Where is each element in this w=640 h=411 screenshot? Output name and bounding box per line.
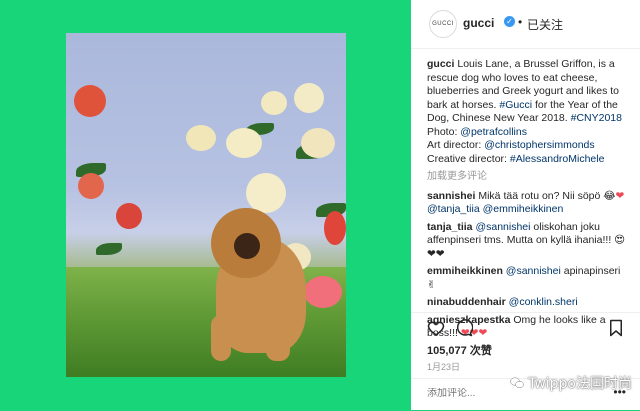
rose-flower <box>246 173 286 213</box>
photo-credit-label: Photo: <box>427 125 461 138</box>
watermark: Twippo法国时尚 <box>510 373 632 393</box>
rose-flower <box>74 85 106 117</box>
comment-item: sannishei Mikä tää rotu on? Nii söpö 😂❤ … <box>427 190 630 217</box>
rose-flower <box>294 83 324 113</box>
avatar[interactable]: GUCCI <box>429 10 457 38</box>
art-director-label: Art director: <box>427 139 485 151</box>
rose-flower <box>261 91 287 115</box>
post-panel: GUCCI gucci ✓ • 已关注 gucci Louis Lane, a … <box>411 0 640 410</box>
dog-leg <box>211 315 231 361</box>
post-content: gucci Louis Lane, a Brussel Griffon, is … <box>427 58 630 345</box>
post-photo[interactable] <box>66 33 346 377</box>
comment-item: emmiheikkinen @sannishei apinapinseri ✌ <box>427 265 630 292</box>
verified-icon: ✓ <box>504 16 515 27</box>
follow-button[interactable]: 已关注 <box>527 16 563 33</box>
post-header: GUCCI gucci ✓ • 已关注 <box>411 0 640 49</box>
photo-credit-link[interactable]: @petrafcollins <box>460 126 527 138</box>
comment-username[interactable]: ninabuddenhair <box>427 296 506 308</box>
rose-flower <box>186 125 216 151</box>
creative-director-link[interactable]: #AlessandroMichele <box>510 153 605 165</box>
bookmark-icon[interactable] <box>608 319 624 337</box>
dog-face <box>234 233 260 259</box>
load-more-comments[interactable]: 加载更多评论 <box>427 170 630 184</box>
comment-mention[interactable]: @tanja_tiia @emmiheikkinen <box>427 203 563 215</box>
post-date: 1月23日 <box>427 362 461 372</box>
comment-item: tanja_tiia @sannishei oliskohan joku aff… <box>427 221 630 262</box>
rose-flower <box>304 276 342 308</box>
caption: gucci Louis Lane, a Brussel Griffon, is … <box>427 58 630 166</box>
leaf <box>96 243 122 255</box>
comment-username[interactable]: emmiheikkinen <box>427 265 503 277</box>
comment-username[interactable]: tanja_tiia <box>427 221 473 233</box>
rose-flower <box>301 128 335 158</box>
comment-mention[interactable]: @sannishei <box>475 221 530 233</box>
comment-mention[interactable]: @conklin.sheri <box>509 296 578 308</box>
rose-flower <box>78 173 104 199</box>
black-heart-emoji: ❤❤ <box>427 247 445 260</box>
comment-username[interactable]: sannishei <box>427 190 475 202</box>
watermark-text: Twippo法国时尚 <box>528 376 632 392</box>
rose-flower <box>226 128 262 158</box>
heart-eyes-emoji: 😍 <box>614 234 626 246</box>
dog-leg <box>266 311 290 361</box>
rose-flower <box>324 211 346 245</box>
comment-item: ninabuddenhair @conklin.sheri <box>427 296 630 310</box>
likes-count[interactable]: 105,077 次赞 <box>427 342 492 358</box>
comment-text: apinapinseri <box>560 265 621 277</box>
separator-dot: • <box>518 15 523 29</box>
post-username[interactable]: gucci <box>463 16 494 30</box>
heart-icon[interactable] <box>427 319 445 337</box>
hashtag-link[interactable]: #Gucci <box>499 99 532 111</box>
hashtag-link[interactable]: #CNY2018 <box>571 112 622 124</box>
heart-emoji: ❤ <box>615 189 625 202</box>
action-bar <box>411 312 640 341</box>
rose-flower <box>116 203 142 229</box>
wechat-icon <box>510 377 524 388</box>
comment-text: Mikä tää rotu on? Nii söpö <box>475 189 604 202</box>
victory-hand-emoji: ✌ <box>427 278 436 291</box>
caption-username[interactable]: gucci <box>427 58 454 70</box>
laughing-emoji: 😂 <box>603 189 616 202</box>
creative-director-label: Creative director: <box>427 152 510 165</box>
comment-mention[interactable]: @sannishei <box>506 265 561 277</box>
art-director-link[interactable]: @christophersimmonds <box>484 139 594 151</box>
comment-icon[interactable] <box>455 319 473 337</box>
